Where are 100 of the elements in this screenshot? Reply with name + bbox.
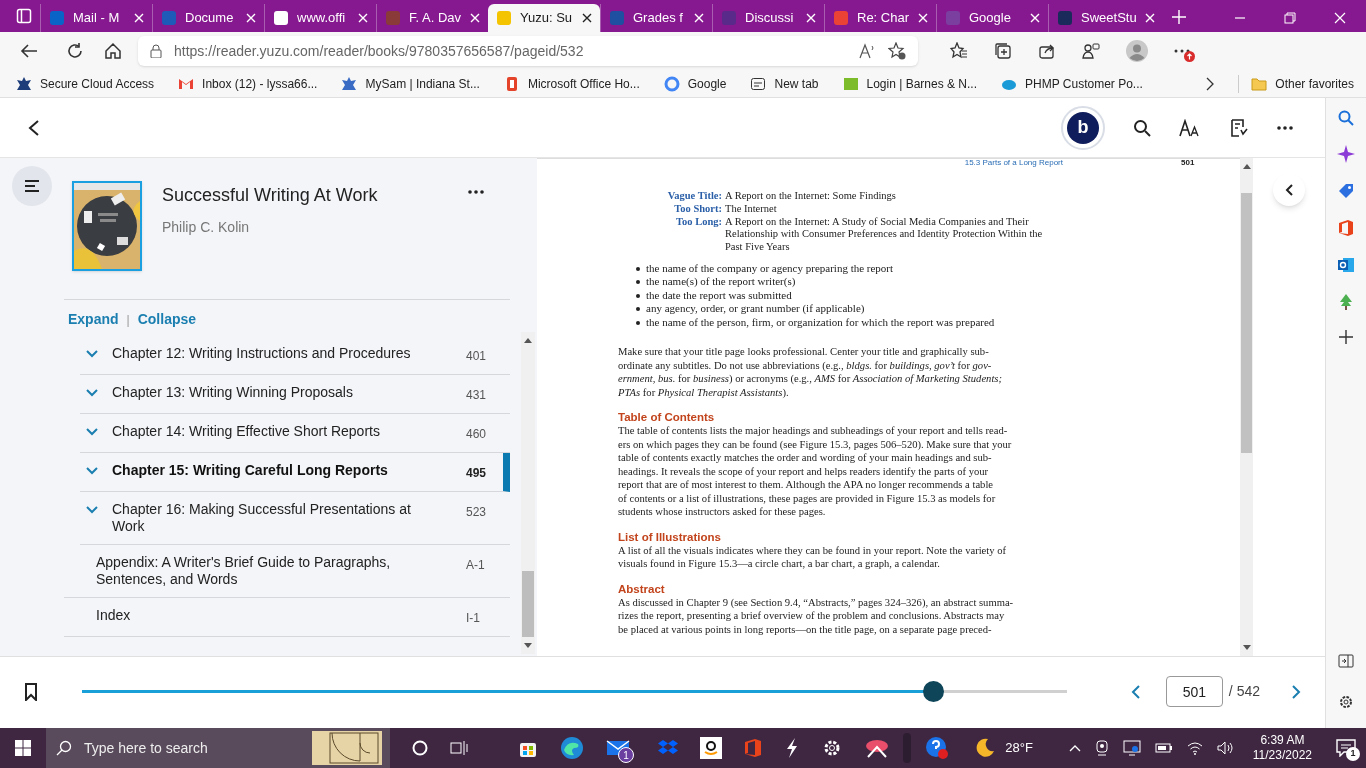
close-icon[interactable] xyxy=(582,13,592,23)
chevron-right-icon[interactable] xyxy=(1206,76,1215,91)
scroll-up-icon[interactable] xyxy=(1242,164,1251,169)
add-favorite-icon[interactable] xyxy=(888,42,906,60)
bookmark-list-icon[interactable] xyxy=(1229,117,1249,138)
scrollbar-thumb[interactable] xyxy=(522,571,534,637)
lock-icon xyxy=(150,44,162,58)
text-size-icon[interactable] xyxy=(1179,118,1201,137)
help-icon[interactable] xyxy=(925,736,950,760)
lightning-icon[interactable] xyxy=(784,737,800,759)
bookmark-link[interactable]: Inbox (12) - lyssa66... xyxy=(174,72,322,95)
scrollbar[interactable] xyxy=(521,332,535,654)
favicon-icon xyxy=(945,10,961,26)
chevron-down-icon[interactable] xyxy=(86,467,98,475)
progress-slider[interactable] xyxy=(82,681,1067,702)
toc-item[interactable]: Index I-1 xyxy=(64,598,510,637)
office-icon[interactable] xyxy=(744,738,762,758)
chevron-down-icon[interactable] xyxy=(86,428,98,436)
profile-avatar[interactable]: b xyxy=(1061,105,1105,150)
chevron-up-icon[interactable] xyxy=(1068,744,1081,752)
office-icon[interactable] xyxy=(1338,219,1354,237)
windows-start-icon[interactable] xyxy=(15,740,31,756)
profile-avatar-icon[interactable] xyxy=(1126,40,1148,62)
edge-icon[interactable] xyxy=(560,736,584,760)
page-input[interactable]: 501 xyxy=(1165,676,1223,707)
outlook-icon[interactable] xyxy=(1337,256,1355,274)
webcam-icon[interactable] xyxy=(1094,740,1109,756)
settings-icon[interactable] xyxy=(822,738,842,758)
menu-button[interactable] xyxy=(12,166,52,206)
avatar-letter: b xyxy=(1067,111,1099,144)
favicon-icon xyxy=(385,10,401,26)
bookmark-link[interactable]: Microsoft Office Ho... xyxy=(499,72,644,95)
scroll-down-icon[interactable] xyxy=(524,643,532,648)
cortana-icon[interactable] xyxy=(412,740,428,756)
display-icon[interactable] xyxy=(1122,740,1141,756)
search-icon[interactable] xyxy=(1133,118,1151,137)
toc-item[interactable]: Appendix: A Writer's Brief Guide to Paragraphs, Sentences, and Words A-1 xyxy=(64,545,510,598)
taskbar-search-field[interactable]: Type here to search xyxy=(46,728,390,768)
bookmark-link[interactable]: MySam | Indiana St... xyxy=(337,72,484,95)
toc-item[interactable]: Chapter 12: Writing Instructions and Procedures 401 xyxy=(80,336,510,375)
sparkle-icon[interactable] xyxy=(1337,145,1355,163)
scrollbar[interactable] xyxy=(1240,158,1253,656)
spiral-art-icon xyxy=(312,731,382,765)
amazon-icon[interactable] xyxy=(700,737,722,759)
new-tab-icon[interactable] xyxy=(1172,10,1186,24)
bullet-text: the name of the company or agency preparing the report xyxy=(646,262,894,276)
chevron-left-icon[interactable] xyxy=(1130,684,1140,699)
chevron-down-icon[interactable] xyxy=(86,350,98,358)
refresh-icon[interactable] xyxy=(66,42,84,60)
add-icon[interactable] xyxy=(1339,330,1353,344)
chevron-down-icon[interactable] xyxy=(86,506,98,514)
collapse-link[interactable]: Collapse xyxy=(137,309,197,330)
example-text: The Internet xyxy=(725,202,778,216)
toc-item[interactable]: Chapter 16: Making Successful Presentations at Work 523 xyxy=(80,492,510,545)
collapse-panel-button[interactable] xyxy=(1273,174,1305,206)
home-icon[interactable] xyxy=(104,42,122,60)
scroll-up-icon[interactable] xyxy=(524,338,532,343)
browser-tab[interactable]: Yuzu: Su xyxy=(488,4,600,32)
share-icon[interactable] xyxy=(1038,42,1056,60)
bookmark-link[interactable]: Secure Cloud Access xyxy=(12,72,159,95)
feedback-icon[interactable] xyxy=(1082,42,1100,60)
bookmark-link[interactable]: PHMP Customer Po... xyxy=(997,72,1147,95)
other-favorites-folder[interactable]: Other favorites xyxy=(1238,74,1354,93)
settings-icon[interactable] xyxy=(1338,694,1354,710)
back-icon[interactable] xyxy=(28,119,40,136)
task-view-icon[interactable] xyxy=(450,740,468,756)
dropbox-icon[interactable] xyxy=(658,739,678,757)
scrollbar-thumb[interactable] xyxy=(1241,193,1252,453)
back-icon[interactable] xyxy=(20,43,38,59)
bookmark-link[interactable]: Google xyxy=(659,72,731,95)
chevron-down-icon[interactable] xyxy=(86,389,98,397)
toc-item[interactable]: Chapter 14: Writing Effective Short Reports 460 xyxy=(80,414,510,453)
bookmark-link[interactable]: Login | Barnes & N... xyxy=(838,72,981,95)
tag-icon[interactable] xyxy=(1337,182,1355,200)
search-icon xyxy=(56,740,72,756)
snip-icon[interactable] xyxy=(864,737,890,759)
bookmark-icon[interactable] xyxy=(24,682,38,701)
address-bar[interactable]: https://reader.yuzu.com/reader/books/9780357656587/pageid/532 xyxy=(138,36,918,66)
slider-thumb[interactable] xyxy=(923,681,945,702)
wifi-icon[interactable] xyxy=(1186,741,1203,755)
more-icon[interactable] xyxy=(1277,125,1293,130)
volume-icon[interactable] xyxy=(1216,741,1235,755)
restore-icon[interactable] xyxy=(1284,12,1296,24)
bullet-text: the name(s) of the report writer(s) xyxy=(646,275,796,289)
bookmark-link[interactable]: New tab xyxy=(746,72,823,95)
tree-icon[interactable] xyxy=(1338,293,1354,311)
scroll-down-icon[interactable] xyxy=(1242,645,1251,650)
bookmark-favicon-icon xyxy=(842,75,859,92)
sidebar-toggle-icon[interactable] xyxy=(1338,654,1354,668)
tab-actions-icon[interactable] xyxy=(16,8,32,24)
expand-link[interactable]: Expand xyxy=(68,309,119,330)
battery-icon[interactable] xyxy=(1154,743,1173,753)
collections-icon[interactable] xyxy=(994,42,1012,60)
toc-item[interactable]: Chapter 15: Writing Careful Long Reports 495 xyxy=(80,453,510,492)
toc-item[interactable]: Chapter 13: Writing Winning Proposals 431 xyxy=(80,375,510,414)
toc-label: Chapter 14: Writing Effective Short Reports xyxy=(112,423,381,440)
more-icon[interactable] xyxy=(468,190,484,194)
notification-icon[interactable] xyxy=(1336,739,1356,757)
favorites-icon[interactable] xyxy=(950,42,968,60)
read-aloud-icon[interactable] xyxy=(858,43,876,59)
